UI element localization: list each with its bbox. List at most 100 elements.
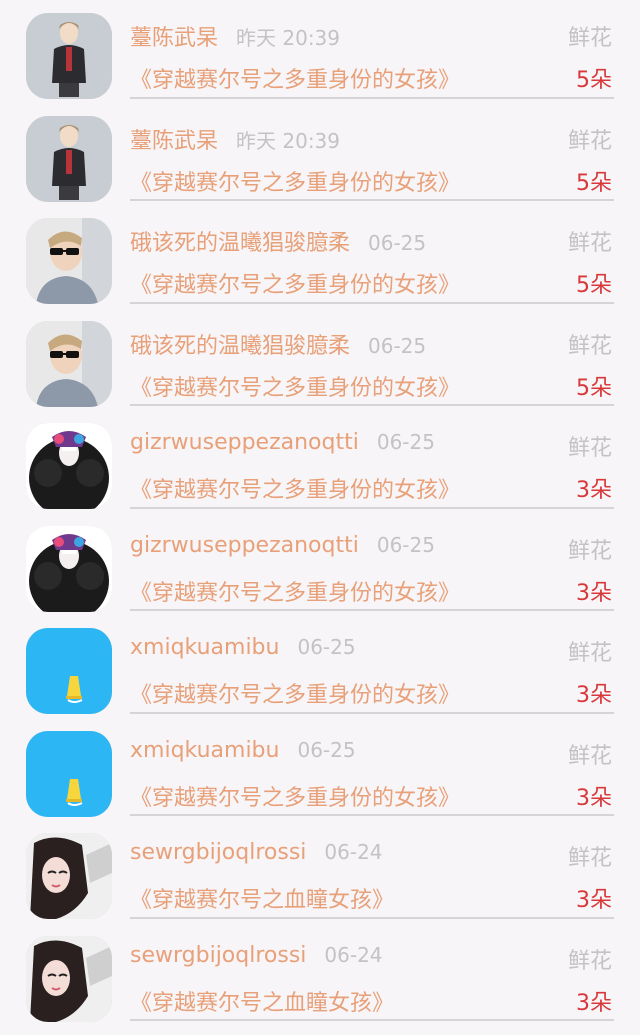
timestamp: 06-25 [297, 737, 356, 762]
flower-count: 3朵 [576, 990, 612, 1016]
gift-type-label: 鲜花 [567, 743, 612, 769]
row-header: xmiqkuamibu 06-25 [130, 635, 614, 667]
avatar-blue-sign[interactable] [26, 628, 112, 714]
timestamp: 06-24 [324, 942, 383, 967]
row-body: 《穿越赛尔号之多重身份的女孩》 3朵 [130, 677, 614, 709]
divider [130, 916, 614, 919]
row-header: sewrgbijoqlrossi 06-24 [130, 943, 614, 975]
timestamp: 昨天 20:39 [236, 26, 341, 50]
divider [130, 404, 614, 406]
book-title-link[interactable]: 《穿越赛尔号之多重身份的女孩》 [130, 273, 460, 298]
divider [130, 609, 614, 611]
book-title-link[interactable]: 《穿越赛尔号之多重身份的女孩》 [130, 171, 460, 196]
row-body: 《穿越赛尔号之多重身份的女孩》 3朵 [130, 780, 614, 812]
row-header: sewrgbijoqlrossi 06-24 [130, 840, 614, 872]
book-title-link[interactable]: 《穿越赛尔号之多重身份的女孩》 [130, 478, 460, 503]
avatar-anime-boy[interactable] [26, 115, 112, 202]
row-body: 《穿越赛尔号之多重身份的女孩》 5朵 [130, 165, 614, 197]
divider [130, 199, 614, 201]
gift-record-list: 薹陈武杲 昨天 20:39 鲜花 《穿越赛尔号之多重身份的女孩》 5朵 薹陈武杲… [0, 0, 640, 1025]
row-body: 《穿越赛尔号之血瞳女孩》 3朵 [130, 985, 614, 1017]
gift-record-row[interactable]: xmiqkuamibu 06-25 鲜花 《穿越赛尔号之多重身份的女孩》 3朵 [0, 718, 640, 821]
avatar-blue-sign[interactable] [26, 730, 112, 817]
avatar-sunglasses-man[interactable] [26, 218, 112, 304]
gift-record-row[interactable]: sewrgbijoqlrossi 06-24 鲜花 《穿越赛尔号之血瞳女孩》 3… [0, 923, 640, 1026]
user-name[interactable]: sewrgbijoqlrossi [130, 943, 306, 968]
gift-type-label: 鲜花 [567, 948, 612, 974]
avatar-sunglasses-man[interactable] [26, 320, 112, 407]
gift-type-label: 鲜花 [567, 436, 612, 461]
user-name[interactable]: 薹陈武杲 [130, 123, 218, 155]
user-name[interactable]: 硪该死的温曦猖骏臆柔 [130, 328, 350, 360]
book-title-link[interactable]: 《穿越赛尔号之血瞳女孩》 [130, 991, 394, 1016]
flower-count: 5朵 [576, 273, 612, 298]
flower-count: 3朵 [576, 478, 612, 503]
row-header: gizrwuseppezanoqtti 06-25 [130, 533, 614, 565]
flower-count: 3朵 [576, 888, 612, 913]
timestamp: 06-25 [368, 333, 427, 358]
gift-type-label: 鲜花 [567, 128, 612, 154]
avatar-anime-boy[interactable] [26, 13, 112, 99]
gift-record-row[interactable]: gizrwuseppezanoqtti 06-25 鲜花 《穿越赛尔号之多重身份… [0, 513, 640, 616]
timestamp: 06-25 [376, 430, 435, 454]
row-header: 硪该死的温曦猖骏臆柔 06-25 [130, 225, 614, 257]
divider [130, 814, 614, 816]
gift-record-row[interactable]: sewrgbijoqlrossi 06-24 鲜花 《穿越赛尔号之血瞳女孩》 3… [0, 820, 640, 923]
timestamp: 06-24 [324, 840, 383, 864]
flower-count: 5朵 [576, 68, 612, 93]
gift-record-row[interactable]: 硪该死的温曦猖骏臆柔 06-25 鲜花 《穿越赛尔号之多重身份的女孩》 5朵 [0, 205, 640, 308]
flower-count: 5朵 [576, 170, 612, 196]
book-title-link[interactable]: 《穿越赛尔号之多重身份的女孩》 [130, 581, 460, 606]
divider [130, 506, 614, 509]
avatar-girl-photo[interactable] [26, 833, 112, 919]
row-body: 《穿越赛尔号之多重身份的女孩》 5朵 [130, 370, 614, 402]
gift-type-label: 鲜花 [567, 26, 612, 51]
avatar-feather-costume[interactable] [26, 423, 112, 509]
row-body: 《穿越赛尔号之多重身份的女孩》 5朵 [130, 62, 614, 94]
gift-record-row[interactable]: 硪该死的温曦猖骏臆柔 06-25 鲜花 《穿越赛尔号之多重身份的女孩》 5朵 [0, 308, 640, 411]
row-body: 《穿越赛尔号之多重身份的女孩》 3朵 [130, 472, 614, 504]
gift-type-label: 鲜花 [567, 231, 612, 256]
gift-type-label: 鲜花 [567, 641, 612, 666]
book-title-link[interactable]: 《穿越赛尔号之多重身份的女孩》 [130, 683, 460, 708]
book-title-link[interactable]: 《穿越赛尔号之多重身份的女孩》 [130, 786, 460, 811]
gift-type-label: 鲜花 [567, 538, 612, 564]
gift-record-row[interactable]: 薹陈武杲 昨天 20:39 鲜花 《穿越赛尔号之多重身份的女孩》 5朵 [0, 0, 640, 103]
flower-count: 5朵 [576, 375, 612, 401]
gift-record-row[interactable]: 薹陈武杲 昨天 20:39 鲜花 《穿越赛尔号之多重身份的女孩》 5朵 [0, 103, 640, 206]
user-name[interactable]: gizrwuseppezanoqtti [130, 430, 359, 455]
user-name[interactable]: gizrwuseppezanoqtti [130, 533, 359, 558]
row-header: 薹陈武杲 昨天 20:39 [130, 20, 614, 52]
avatar-feather-costume[interactable] [26, 525, 112, 612]
book-title-link[interactable]: 《穿越赛尔号之多重身份的女孩》 [130, 376, 460, 401]
row-header: 硪该死的温曦猖骏臆柔 06-25 [130, 328, 614, 360]
row-header: 薹陈武杲 昨天 20:39 [130, 123, 614, 155]
avatar-girl-photo[interactable] [26, 935, 112, 1022]
divider [130, 96, 614, 99]
user-name[interactable]: 硪该死的温曦猖骏臆柔 [130, 225, 350, 257]
flower-count: 3朵 [576, 785, 612, 811]
row-header: gizrwuseppezanoqtti 06-25 [130, 430, 614, 462]
timestamp: 06-25 [376, 532, 435, 557]
user-name[interactable]: 薹陈武杲 [130, 20, 218, 52]
flower-count: 3朵 [576, 683, 612, 708]
divider [130, 301, 614, 304]
gift-type-label: 鲜花 [567, 333, 612, 359]
flower-count: 3朵 [576, 580, 612, 606]
row-body: 《穿越赛尔号之多重身份的女孩》 3朵 [130, 575, 614, 607]
row-header: xmiqkuamibu 06-25 [130, 738, 614, 770]
gift-record-row[interactable]: xmiqkuamibu 06-25 鲜花 《穿越赛尔号之多重身份的女孩》 3朵 [0, 615, 640, 718]
user-name[interactable]: sewrgbijoqlrossi [130, 840, 306, 865]
divider [130, 711, 614, 714]
user-name[interactable]: xmiqkuamibu [130, 635, 279, 660]
book-title-link[interactable]: 《穿越赛尔号之多重身份的女孩》 [130, 68, 460, 93]
book-title-link[interactable]: 《穿越赛尔号之血瞳女孩》 [130, 888, 394, 913]
gift-type-label: 鲜花 [567, 846, 612, 871]
row-body: 《穿越赛尔号之血瞳女孩》 3朵 [130, 882, 614, 914]
timestamp: 06-25 [297, 635, 356, 659]
row-body: 《穿越赛尔号之多重身份的女孩》 5朵 [130, 267, 614, 299]
gift-record-row[interactable]: gizrwuseppezanoqtti 06-25 鲜花 《穿越赛尔号之多重身份… [0, 410, 640, 513]
timestamp: 06-25 [368, 231, 427, 255]
divider [130, 1019, 614, 1021]
user-name[interactable]: xmiqkuamibu [130, 738, 279, 763]
